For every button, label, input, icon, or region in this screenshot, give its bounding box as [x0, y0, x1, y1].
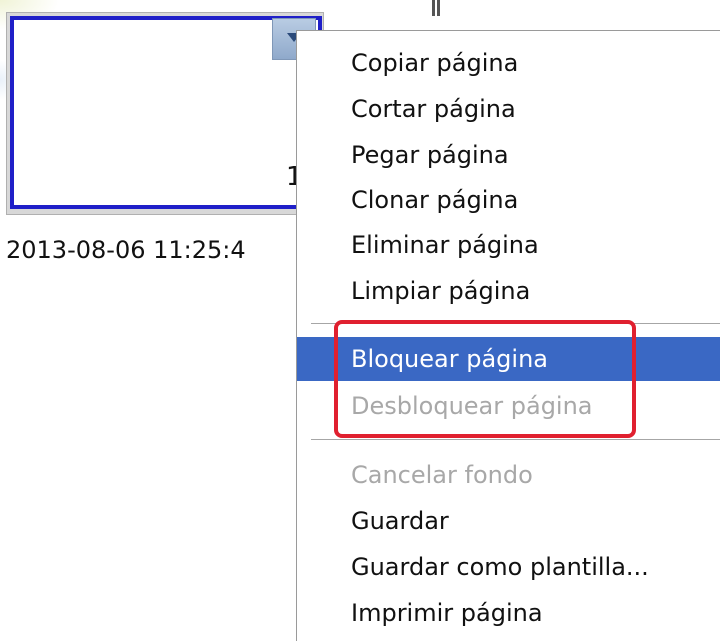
- menu-item-clear-page[interactable]: Limpiar página: [297, 269, 720, 313]
- menu-item-print-page[interactable]: Imprimir página: [297, 591, 720, 635]
- annotation-highlight-box: [334, 320, 636, 438]
- page-timestamp: 2013-08-06 11:25:4: [6, 236, 246, 264]
- menu-item-cut-page[interactable]: Cortar página: [297, 87, 720, 131]
- menu-item-clone-page[interactable]: Clonar página: [297, 178, 720, 222]
- menu-item-save-as-template[interactable]: Guardar como plantilla...: [297, 545, 720, 589]
- menu-item-cancel-background: Cancelar fondo: [351, 461, 533, 489]
- panel-splitter[interactable]: [432, 0, 440, 16]
- menu-item-save[interactable]: Guardar: [297, 499, 720, 543]
- menu-item-delete-page[interactable]: Eliminar página: [297, 223, 720, 267]
- menu-separator: [311, 439, 720, 441]
- menu-item-paste-page[interactable]: Pegar página: [297, 133, 720, 177]
- menu-item-copy-page[interactable]: Copiar página: [297, 41, 720, 85]
